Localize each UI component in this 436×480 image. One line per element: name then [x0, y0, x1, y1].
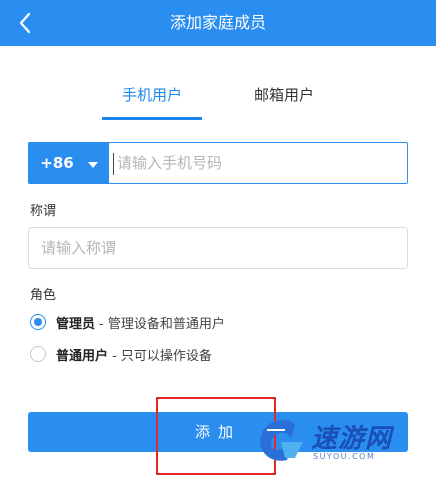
role-label: 角色: [30, 288, 57, 303]
role-name: 普通用户: [56, 348, 109, 364]
country-code-value: +86: [40, 154, 74, 172]
watermark: 速游网 SUYOU.COM: [255, 412, 431, 470]
tab-phone-user[interactable]: 手机用户: [100, 70, 204, 120]
nickname-label: 称谓: [30, 204, 57, 219]
radio-unchecked[interactable]: [30, 346, 46, 362]
caret-down-icon: [87, 154, 98, 172]
page-title: 添加家庭成员: [169, 13, 266, 32]
radio-checked[interactable]: [30, 314, 46, 330]
phone-number-input[interactable]: [109, 143, 407, 183]
role-name: 管理员: [56, 316, 96, 332]
nickname-input[interactable]: [28, 227, 408, 269]
user-type-tabs: 手机用户 邮箱用户: [0, 70, 436, 120]
tab-email-user[interactable]: 邮箱用户: [232, 70, 336, 120]
role-desc: - 管理设备和普通用户: [99, 316, 225, 332]
active-tab-indicator: [102, 117, 202, 120]
role-desc: - 只可以操作设备: [112, 348, 212, 364]
country-code-select[interactable]: +86: [29, 143, 109, 183]
role-option-normal[interactable]: 普通用户 - 只可以操作设备: [30, 343, 212, 365]
top-bar: 添加家庭成员: [0, 0, 436, 46]
role-option-admin[interactable]: 管理员 - 管理设备和普通用户: [30, 311, 225, 333]
watermark-sub: SUYOU.COM: [313, 452, 376, 461]
phone-input-group: +86: [28, 142, 408, 184]
watermark-brand: 速游网: [311, 424, 393, 454]
brand-logo-icon: [260, 420, 303, 461]
text-cursor: [113, 153, 114, 175]
